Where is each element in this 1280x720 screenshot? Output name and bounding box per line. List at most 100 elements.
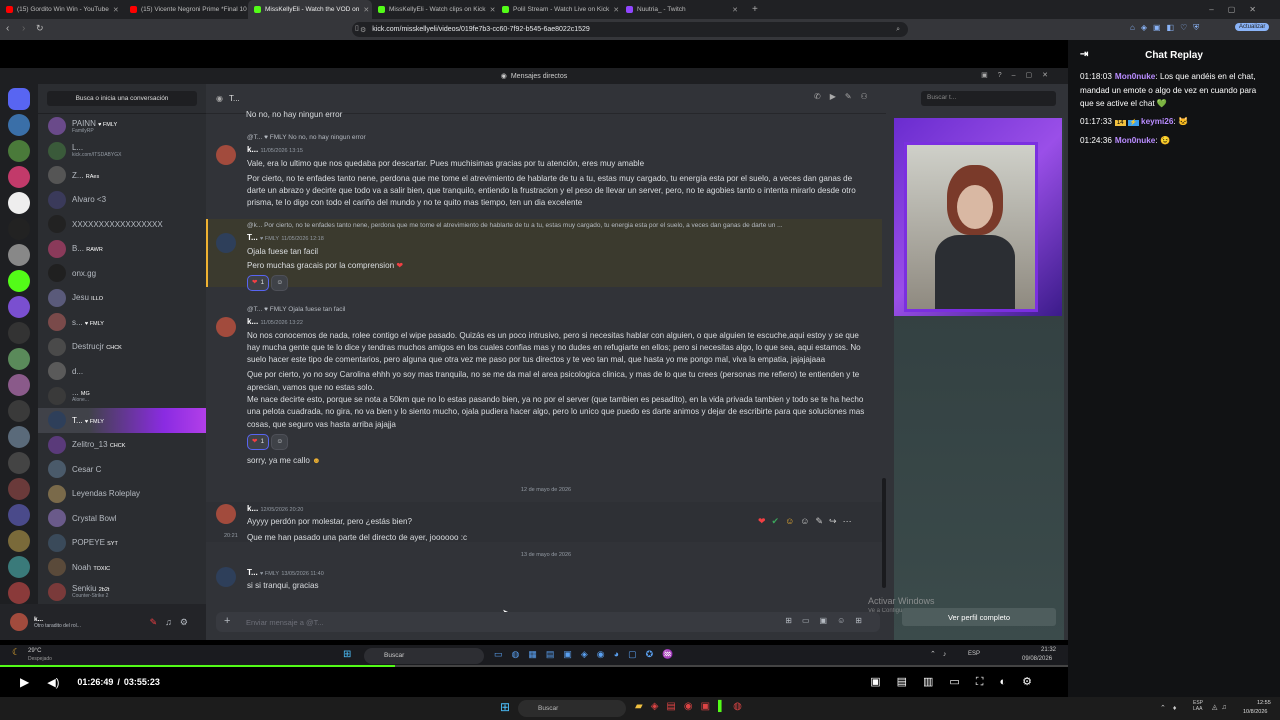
server-icon[interactable] (8, 218, 30, 240)
browser-tab[interactable]: MissKellyEli - Watch the VOD on ✕ (248, 0, 372, 19)
server-icon[interactable] (8, 426, 30, 448)
chat-scrollbar[interactable] (882, 478, 886, 588)
back-icon[interactable]: ‹ (6, 23, 9, 34)
reload-icon[interactable]: ↻ (36, 23, 44, 34)
dm-item[interactable]: PAINN ♥ FMLY FamilyRP (38, 114, 206, 139)
call-video-pin-icons[interactable]: ✆▶✎⚇ (814, 92, 877, 101)
server-icon[interactable] (8, 270, 30, 292)
view-profile-button[interactable]: Ver perfil completo (902, 608, 1056, 626)
server-icon[interactable] (8, 478, 30, 500)
dm-item[interactable]: B... RAWR (38, 237, 206, 262)
add-attachment-icon[interactable]: + (224, 615, 230, 627)
network-volume-icons[interactable]: ◬♫ (1212, 703, 1231, 711)
close-tab-icon[interactable]: ✕ (490, 6, 496, 14)
author[interactable]: T... (247, 568, 258, 577)
collapse-chat-icon[interactable]: ⇥ (1080, 49, 1088, 60)
tray-icons[interactable]: ⌃♪ (930, 650, 953, 658)
windows-start-icon[interactable]: ⊞ (500, 700, 510, 714)
server-icon[interactable] (8, 114, 30, 136)
chat-username[interactable]: Mon0nuke (1115, 136, 1156, 145)
user-avatar[interactable] (10, 613, 28, 631)
server-icon[interactable] (8, 582, 30, 604)
extensions-icons[interactable]: ⌂◈▣◧♡⛨ (1130, 23, 1205, 33)
close-tab-icon[interactable]: ✕ (613, 6, 619, 14)
dm-item[interactable]: XXXXXXXXXXXXXXXXX (38, 212, 206, 237)
new-tab-icon[interactable]: + (752, 4, 758, 15)
reply-preview[interactable]: @k... Por cierto, no te enfades tanto ne… (247, 220, 882, 232)
taskbar-search[interactable]: Buscar (518, 700, 626, 717)
forward-icon[interactable]: › (22, 23, 25, 34)
message-composer[interactable]: + Enviar mensaje a @T... ⊞▭▣☺⊞ (216, 612, 880, 632)
pinned-apps-icons[interactable]: ▭◍▦▤▣◈◉◕▢✪♒ (494, 649, 682, 660)
avatar[interactable] (216, 145, 236, 165)
avatar[interactable] (216, 233, 236, 253)
mute-deafen-settings-icons[interactable]: ✎♫⚙ (150, 617, 196, 628)
windows-start-icon[interactable]: ⊞ (343, 649, 351, 660)
avatar[interactable] (216, 504, 236, 524)
author[interactable]: k... (247, 504, 258, 513)
dm-search-input[interactable]: Busca o inicia una conversación (47, 91, 197, 106)
server-icon[interactable] (8, 400, 30, 422)
check-icon[interactable]: ✔ (772, 516, 786, 526)
window-controls[interactable]: –▢✕ (1209, 5, 1270, 14)
address-bar[interactable]: ⚙ kick.com/misskellyeli/videos/019fe7b3-… (352, 22, 908, 37)
browser-tab[interactable]: PoliI Stream - Watch Live on Kick ✕ (496, 0, 620, 19)
server-icon[interactable] (8, 556, 30, 578)
close-tab-icon[interactable]: ✕ (113, 6, 119, 14)
chat-username[interactable]: Mon0nuke (1115, 72, 1156, 81)
site-info-icon[interactable]: ⚙ (360, 26, 366, 34)
dm-item[interactable]: POPEYE SYT (38, 531, 206, 556)
server-icon[interactable] (8, 244, 30, 266)
close-tab-icon[interactable]: ✕ (363, 6, 369, 14)
server-icon[interactable] (8, 504, 30, 526)
bookmark-icon[interactable]: ▯ (355, 24, 359, 32)
stream-taskbar-search[interactable]: Buscar (364, 648, 484, 664)
kick-icon[interactable]: ▌ (718, 701, 733, 712)
avatar[interactable] (216, 567, 236, 587)
reply-preview[interactable]: @T... ♥ FMLY No no, no hay ningun error (247, 132, 876, 144)
chat-search-input[interactable]: Buscar t... (921, 91, 1056, 106)
dm-item[interactable]: s... ♥ FMLY (38, 310, 206, 335)
browser-tab[interactable]: Nuutria_ - Twitch ✕ (620, 0, 744, 19)
play-icon[interactable]: ▶ (20, 675, 29, 689)
dm-item[interactable]: Leyendas Roleplay (38, 482, 206, 507)
dm-item[interactable]: T... ♥ FMLY (38, 408, 206, 433)
server-icon[interactable] (8, 192, 30, 214)
player-right-controls[interactable]: ▣▤▥▭⛶◐⚙ (870, 675, 1048, 689)
dm-item[interactable]: Z... RAes (38, 163, 206, 188)
author[interactable]: T... (247, 233, 258, 242)
dm-item[interactable]: Noah TOXIC (38, 555, 206, 580)
server-icon[interactable] (8, 322, 30, 344)
reply-preview[interactable]: @T... ♥ FMLY Ojala fuese tan facil (247, 304, 876, 316)
dm-item[interactable]: onx.gg (38, 261, 206, 286)
composer-tools[interactable]: ⊞▭▣☺⊞ (785, 616, 872, 625)
browser-tab[interactable]: (15) Vicente Negroni Prime *Final 10✕ (124, 0, 248, 19)
reaction-heart[interactable]: ❤ 1 (247, 433, 270, 451)
server-icon[interactable] (8, 530, 30, 552)
browser-tab[interactable]: MissKellyEli - Watch clips on Kick ✕ (372, 0, 496, 19)
server-icon[interactable] (8, 374, 30, 396)
update-button[interactable]: Actualizar (1235, 23, 1270, 31)
dm-item[interactable]: ... MG Alone... (38, 384, 206, 409)
chat-username[interactable]: keymi26 (1141, 117, 1173, 126)
server-icon[interactable] (8, 296, 30, 318)
dm-item[interactable]: d... (38, 359, 206, 384)
server-icon[interactable] (8, 452, 30, 474)
dm-item[interactable]: Jesu ILLO (38, 286, 206, 311)
dm-item[interactable]: Cesar C (38, 457, 206, 482)
browser-tab[interactable]: (15) Gordito Win Win - YouTube ✕ (0, 0, 124, 19)
server-icon[interactable] (8, 140, 30, 162)
host-tray-icons[interactable]: ⌃♦ (1160, 704, 1183, 712)
message-actions-bar[interactable]: ❤✔☺☺✎↪⋯ (758, 515, 858, 527)
dm-item[interactable]: Zelitro_13 CHCK (38, 433, 206, 458)
home-dm-icon[interactable] (8, 88, 30, 110)
author[interactable]: k... (247, 145, 258, 154)
dm-item[interactable]: Alvaro <3 (38, 188, 206, 213)
dm-item[interactable]: Crystal Bowl (38, 506, 206, 531)
smile-icon[interactable]: ☺ (785, 516, 800, 526)
heart-icon[interactable]: ❤ (758, 516, 772, 526)
server-icon[interactable] (8, 348, 30, 370)
volume-icon[interactable]: ◀) (47, 676, 59, 689)
discord-window-controls[interactable]: ▣?–▢✕ (981, 71, 1058, 79)
add-reaction-button[interactable]: ☺ (271, 275, 288, 292)
